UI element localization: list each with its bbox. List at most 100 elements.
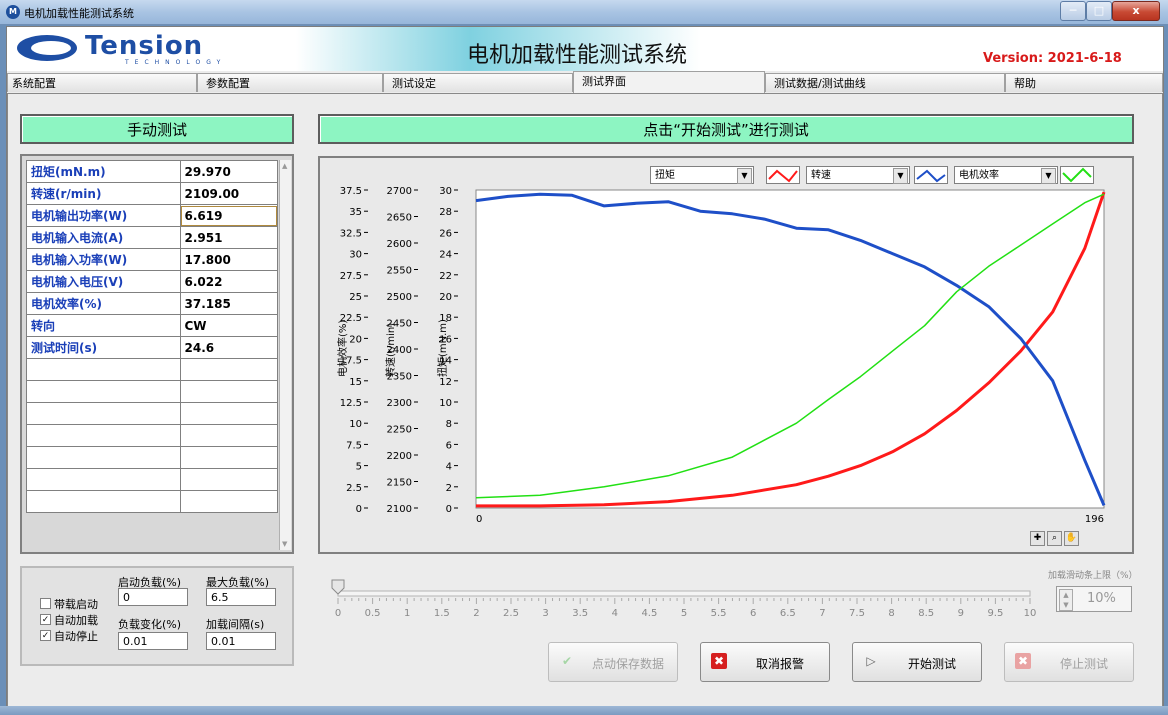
tab-help[interactable]: 帮助 <box>1005 73 1163 92</box>
cancel-alarm-button[interactable]: ✖ 取消报警 <box>700 642 830 682</box>
reading-label: 电机输入电流(A) <box>26 226 181 249</box>
legend-speed-select[interactable]: 转速 ▼ <box>806 166 910 184</box>
chart-frame: 0 2.5 5 7.5 10 12.5 15 17.5 20 22.5 25 27.5 30 32.5 35… <box>318 156 1134 554</box>
legend-efficiency-swatch[interactable] <box>1060 166 1094 184</box>
legend-speed-swatch[interactable] <box>914 166 948 184</box>
manual-test-button[interactable]: 手动测试 <box>20 114 294 144</box>
slider-tick-label: 6 <box>750 608 756 619</box>
y-tick-label: 2100 <box>387 504 412 515</box>
legend-efficiency-select[interactable]: 电机效率 ▼ <box>954 166 1058 184</box>
auto-stop-checkbox[interactable]: ✓ <box>40 630 51 641</box>
y-tick-label: 4 <box>446 462 452 473</box>
reading-label: 转向 <box>26 314 181 337</box>
load-change-input[interactable]: 0.01 <box>118 632 188 650</box>
slider-tick-label: 5 <box>681 608 687 619</box>
y-tick-label: 2 <box>446 483 452 494</box>
auto-load-checkbox[interactable]: ✓ <box>40 614 51 625</box>
auto-stop-label: 自动停止 <box>54 630 98 643</box>
legend-torque-swatch[interactable] <box>766 166 800 184</box>
slider-tick-label: 2.5 <box>503 608 519 619</box>
load-limit-spinner[interactable]: ▲ ▼ <box>1059 589 1073 611</box>
stop-test-button[interactable]: ✖ 停止测试 <box>1004 642 1134 682</box>
slider-tick-label: 7.5 <box>849 608 865 619</box>
reading-label <box>26 446 181 469</box>
close-button[interactable]: x <box>1112 1 1160 21</box>
reading-value <box>179 358 278 381</box>
y-axis-label: 电机效率(%) <box>336 320 349 377</box>
scroll-up-icon[interactable]: ▲ <box>282 162 287 170</box>
cancel-alarm-label: 取消报警 <box>755 657 804 671</box>
minimize-button[interactable]: ─ <box>1060 1 1086 21</box>
load-interval-input[interactable]: 0.01 <box>206 632 276 650</box>
load-change-label: 负载变化(%) <box>118 618 182 631</box>
tab-system-config[interactable]: 系统配置 <box>7 73 197 92</box>
scroll-down-icon[interactable]: ▼ <box>282 540 287 548</box>
reading-value <box>179 468 278 491</box>
slider-tick-label: 3 <box>542 608 548 619</box>
tab-test-settings[interactable]: 测试设定 <box>383 73 573 92</box>
table-row: 转速(r/min) 2109.00 <box>26 182 278 205</box>
reading-value: 24.6 <box>179 336 278 359</box>
tab-test-data[interactable]: 测试数据/测试曲线 <box>765 73 1005 92</box>
app-client-area: Tension TECHNOLOGY 电机加载性能测试系统 Version: 2… <box>6 26 1164 708</box>
maximize-button[interactable]: □ <box>1086 1 1112 21</box>
readings-table: 扭矩(mN.m) 29.970 转速(r/min) 2109.00 电机输出功率(W) 6… <box>26 160 278 513</box>
y-tick-label: 10 <box>439 398 452 409</box>
y-tick-label: 20 <box>349 334 362 345</box>
chevron-down-icon: ▼ <box>1041 168 1056 184</box>
chevron-down-icon: ▼ <box>893 168 908 184</box>
table-row: 电机输入电压(V) 6.022 <box>26 270 278 293</box>
reading-label: 电机输入功率(W) <box>26 248 181 271</box>
y-tick-label: 35 <box>349 207 362 218</box>
slider-tick-label: 0.5 <box>365 608 381 619</box>
checkmark-icon: ✔ <box>561 654 573 668</box>
y-tick-label: 25 <box>349 292 362 303</box>
load-limit-input[interactable]: ▲ ▼ 10% <box>1056 586 1132 612</box>
loaded-start-checkbox[interactable] <box>40 598 51 609</box>
performance-chart: 02.557.51012.51517.52022.52527.53032.535… <box>336 186 1106 525</box>
table-row <box>26 380 278 403</box>
load-limit-label: 加载滑动条上限（%） <box>1048 571 1138 581</box>
tab-test-interface[interactable]: 测试界面 <box>573 71 765 93</box>
pan-hand-icon[interactable]: ✋ <box>1064 531 1079 546</box>
load-interval-label: 加载间隔(s) <box>206 618 265 631</box>
table-row <box>26 468 278 491</box>
loaded-start-label: 带载启动 <box>54 598 98 611</box>
start-test-label: 开始测试 <box>907 657 956 671</box>
y-tick-label: 5 <box>356 462 362 473</box>
y-tick-label: 2300 <box>387 398 412 409</box>
reading-value: 29.970 <box>179 160 278 183</box>
max-load-input[interactable]: 6.5 <box>206 588 276 606</box>
reading-value: 2.951 <box>179 226 278 249</box>
table-row <box>26 358 278 381</box>
reading-label: 电机效率(%) <box>26 292 181 315</box>
y-tick-label: 2550 <box>387 266 412 277</box>
reading-label <box>26 402 181 425</box>
table-row: 扭矩(mN.m) 29.970 <box>26 160 278 183</box>
load-params-panel: 启动负载(%) 最大负载(%) 0 6.5 带载启动 ✓ 自动加载 ✓ 自动停止… <box>20 566 294 666</box>
table-row <box>26 424 278 447</box>
slider-tick-label: 6.5 <box>780 608 796 619</box>
graph-tools: ✚ ⌕ ✋ <box>1030 530 1081 546</box>
legend-torque-select[interactable]: 扭矩 ▼ <box>650 166 754 184</box>
tab-param-config[interactable]: 参数配置 <box>197 73 383 92</box>
slider-tick-label: 1 <box>404 608 410 619</box>
y-tick-label: 12 <box>439 377 452 388</box>
zoom-icon[interactable]: ⌕ <box>1047 531 1062 546</box>
start-test-button[interactable]: ▷ 开始测试 <box>852 642 982 682</box>
table-row: 转向 CW <box>26 314 278 337</box>
reading-value <box>179 380 278 403</box>
window-title: 电机加载性能测试系统 <box>24 7 134 20</box>
cursor-icon[interactable]: ✚ <box>1030 531 1045 546</box>
legend-efficiency-label: 电机效率 <box>959 170 999 181</box>
table-row <box>26 446 278 469</box>
y-axis-label: 转速(r/min) <box>384 323 397 377</box>
stop-test-label: 停止测试 <box>1059 657 1108 671</box>
readings-scrollbar[interactable]: ▲ ▼ <box>279 160 291 550</box>
save-data-button[interactable]: ✔ 点动保存数据 <box>548 642 678 682</box>
load-slider[interactable]: 0 0.5 1 1.5 2 2.5 3 3.5 4 4.5 5 5.5 6 6.5 7 7.5 8 8.5 9 9.5… <box>328 572 1040 642</box>
start-load-input[interactable]: 0 <box>118 588 188 606</box>
y-tick-label: 37.5 <box>340 186 362 197</box>
app-title: 电机加载性能测试系统 <box>467 43 688 68</box>
y-tick-label: 8 <box>446 419 452 430</box>
